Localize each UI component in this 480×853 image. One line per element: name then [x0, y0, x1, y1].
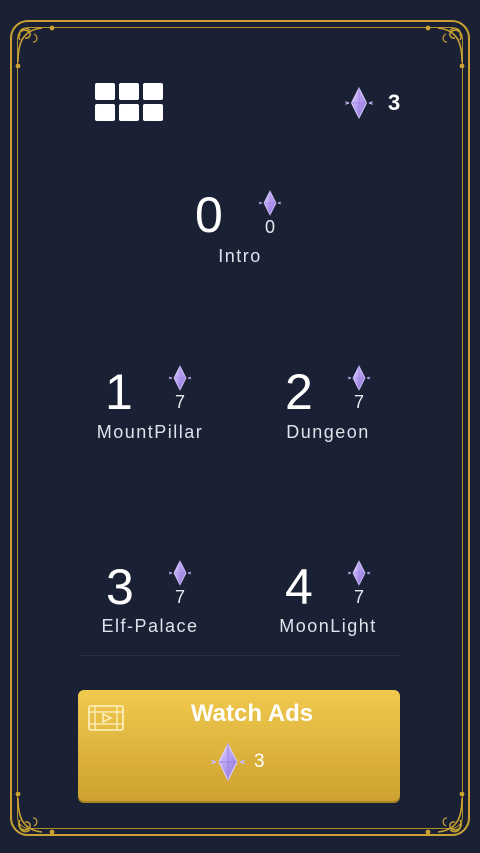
level-name: MoonLight	[279, 616, 377, 636]
corner-ornament-icon	[12, 22, 58, 68]
level-cost: 7	[174, 392, 185, 412]
level-number: 0	[195, 187, 223, 243]
level-cost: 7	[353, 587, 364, 607]
level-name: MountPillar	[96, 422, 204, 442]
gem-icon	[168, 560, 192, 586]
level-cost: 7	[353, 392, 364, 412]
gem-icon	[347, 560, 371, 586]
level-card-mountpillar[interactable]: 1 7 MountPillar	[60, 365, 240, 455]
level-number: 1	[105, 364, 133, 420]
level-number: 3	[106, 559, 134, 615]
level-name: Intro	[218, 246, 262, 266]
level-card-intro[interactable]: 0 0 Intro	[150, 190, 330, 280]
level-card-moonlight[interactable]: 4 7 MoonLight	[238, 560, 418, 650]
gem-icon	[168, 365, 192, 391]
level-cost: 0	[264, 217, 275, 237]
gem-count: 3	[388, 90, 401, 115]
level-card-dungeon[interactable]: 2 7 Dungeon	[238, 365, 418, 455]
gem-counter: 3	[344, 85, 400, 121]
corner-ornament-icon	[12, 792, 58, 838]
level-card-elf-palace[interactable]: 3 7 Elf-Palace	[60, 560, 240, 650]
ads-reward-count: 3	[254, 751, 265, 772]
level-number: 2	[285, 364, 313, 420]
level-name: Dungeon	[286, 422, 370, 442]
level-cost: 7	[174, 587, 185, 607]
gem-icon	[258, 190, 282, 216]
grid-menu-icon[interactable]	[95, 83, 163, 123]
watch-ads-button[interactable]: Watch Ads 3	[78, 690, 400, 801]
gem-icon	[344, 86, 374, 120]
gem-icon	[210, 742, 246, 782]
gem-icon	[347, 365, 371, 391]
level-name: Elf-Palace	[101, 616, 199, 636]
ads-reward: 3	[210, 742, 265, 782]
divider	[80, 655, 400, 656]
watch-ads-label: Watch Ads	[190, 700, 314, 727]
corner-ornament-icon	[422, 792, 468, 838]
corner-ornament-icon	[422, 22, 468, 68]
level-number: 4	[285, 559, 313, 615]
